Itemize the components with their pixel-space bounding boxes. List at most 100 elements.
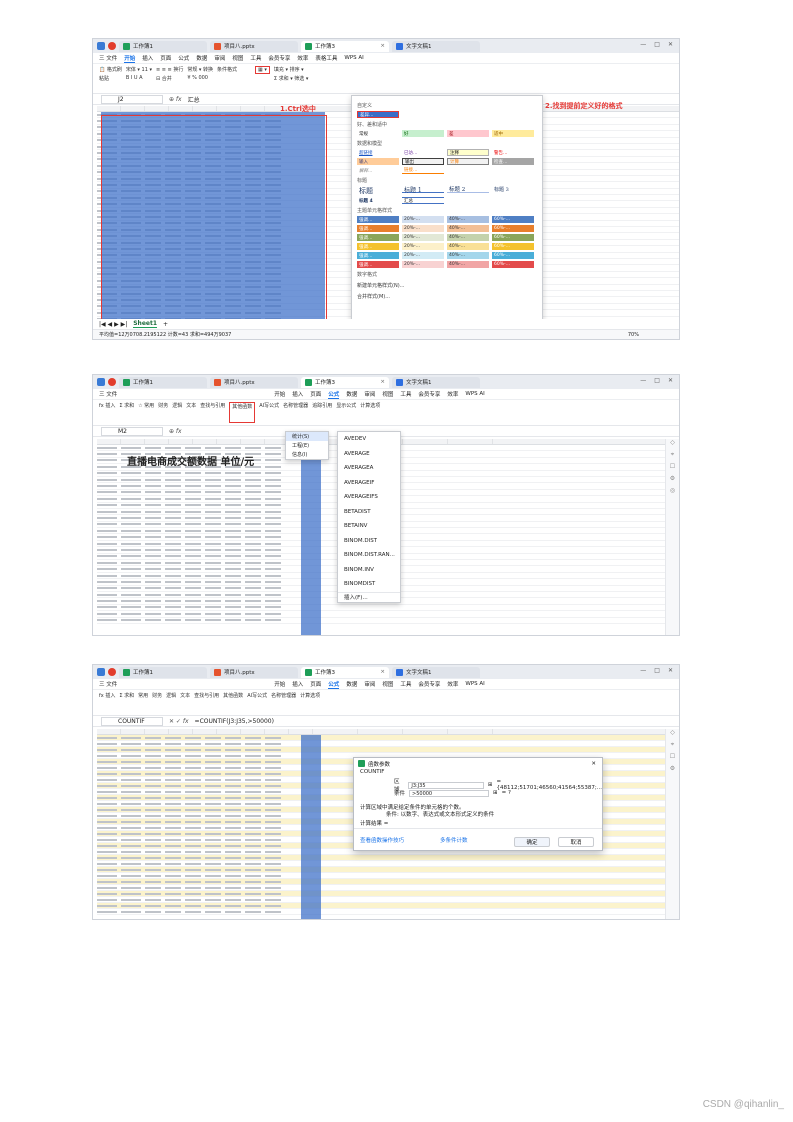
cell-placeholder[interactable] bbox=[145, 874, 161, 877]
cell-placeholder[interactable] bbox=[97, 742, 117, 745]
function-list-item[interactable]: AVERAGE bbox=[338, 447, 400, 462]
cell-placeholder[interactable] bbox=[185, 478, 201, 481]
cell-placeholder[interactable] bbox=[185, 796, 201, 799]
cell-placeholder[interactable] bbox=[165, 892, 181, 895]
cell-placeholder[interactable] bbox=[185, 612, 201, 615]
theme-style-chip[interactable]: 强调… bbox=[357, 216, 399, 223]
maximize-icon[interactable]: □ bbox=[654, 377, 660, 384]
cell-placeholder[interactable] bbox=[185, 802, 201, 805]
cell-placeholder[interactable] bbox=[121, 612, 141, 615]
cell-placeholder[interactable] bbox=[265, 862, 281, 865]
cell-placeholder[interactable] bbox=[265, 832, 281, 835]
cell-placeholder[interactable] bbox=[97, 748, 117, 751]
cell-placeholder[interactable] bbox=[225, 472, 241, 475]
cell-placeholder[interactable] bbox=[121, 808, 141, 811]
cell-placeholder[interactable] bbox=[265, 886, 281, 889]
cell-placeholder[interactable] bbox=[165, 820, 181, 823]
cell-placeholder[interactable] bbox=[245, 868, 261, 871]
cell-placeholder[interactable] bbox=[225, 478, 241, 481]
tab-workbook1[interactable]: 工作簿1 bbox=[119, 376, 207, 388]
cell-placeholder[interactable] bbox=[265, 760, 281, 763]
wps-logo-icon[interactable] bbox=[108, 42, 116, 50]
cell-placeholder[interactable] bbox=[121, 886, 141, 889]
cell-placeholder[interactable] bbox=[97, 892, 117, 895]
cell-placeholder[interactable] bbox=[121, 772, 141, 775]
cell-placeholder[interactable] bbox=[97, 754, 117, 757]
column-header[interactable] bbox=[169, 439, 193, 444]
cell-placeholder[interactable] bbox=[225, 587, 241, 590]
cell-placeholder[interactable] bbox=[121, 485, 141, 488]
cell-placeholder[interactable] bbox=[245, 523, 261, 526]
sidebar-icon[interactable]: ⚙ bbox=[666, 475, 679, 487]
cell-placeholder[interactable] bbox=[121, 820, 141, 823]
cell-placeholder[interactable] bbox=[145, 880, 161, 883]
function-list-item[interactable]: BETAINV bbox=[338, 519, 400, 534]
cell-placeholder[interactable] bbox=[97, 446, 117, 449]
cell-placeholder[interactable] bbox=[225, 802, 241, 805]
cell-placeholder[interactable] bbox=[205, 784, 221, 787]
cell-placeholder[interactable] bbox=[145, 766, 161, 769]
cell-placeholder[interactable] bbox=[265, 568, 281, 571]
cell-placeholder[interactable] bbox=[185, 548, 201, 551]
cell-placeholder[interactable] bbox=[145, 820, 161, 823]
cell-placeholder[interactable] bbox=[165, 778, 181, 781]
style-bad[interactable]: 差 bbox=[447, 130, 489, 137]
menu-home[interactable]: 开始 bbox=[124, 54, 136, 63]
cell-placeholder[interactable] bbox=[245, 504, 261, 507]
close-icon[interactable]: × bbox=[380, 43, 385, 49]
cell-placeholder[interactable] bbox=[145, 516, 161, 519]
cell-placeholder[interactable] bbox=[165, 862, 181, 865]
autosum-button[interactable]: Σ 求和 bbox=[119, 402, 134, 423]
cell-placeholder[interactable] bbox=[145, 542, 161, 545]
theme-style-chip[interactable]: 40%-… bbox=[447, 261, 489, 268]
cell-placeholder[interactable] bbox=[225, 784, 241, 787]
cell-placeholder[interactable] bbox=[225, 748, 241, 751]
cell-placeholder[interactable] bbox=[205, 814, 221, 817]
cell-placeholder[interactable] bbox=[97, 504, 117, 507]
theme-style-chip[interactable]: 40%-… bbox=[447, 243, 489, 250]
cell-placeholder[interactable] bbox=[121, 606, 141, 609]
cell-placeholder[interactable] bbox=[205, 574, 221, 577]
cell-placeholder[interactable] bbox=[97, 593, 117, 596]
cell-placeholder[interactable] bbox=[185, 886, 201, 889]
cell-placeholder[interactable] bbox=[245, 904, 261, 907]
cell-placeholder[interactable] bbox=[205, 600, 221, 603]
function-list-item[interactable]: AVERAGEIF bbox=[338, 476, 400, 491]
theme-style-chip[interactable]: 强调… bbox=[357, 261, 399, 268]
cell-placeholder[interactable] bbox=[145, 838, 161, 841]
cell-placeholder[interactable] bbox=[225, 778, 241, 781]
cell-placeholder[interactable] bbox=[121, 574, 141, 577]
cell-placeholder[interactable] bbox=[225, 886, 241, 889]
cell-placeholder[interactable] bbox=[205, 736, 221, 739]
cell-placeholder[interactable] bbox=[245, 600, 261, 603]
cell-placeholder[interactable] bbox=[97, 802, 117, 805]
theme-style-chip[interactable]: 强调… bbox=[357, 234, 399, 241]
cell-placeholder[interactable] bbox=[245, 736, 261, 739]
cell-placeholder[interactable] bbox=[97, 910, 117, 913]
menu-tools[interactable]: 工具 bbox=[400, 680, 411, 688]
cell-placeholder[interactable] bbox=[185, 574, 201, 577]
cell-placeholder[interactable] bbox=[245, 568, 261, 571]
menu-data[interactable]: 数据 bbox=[196, 54, 207, 62]
cell-placeholder[interactable] bbox=[121, 874, 141, 877]
cell-placeholder[interactable] bbox=[185, 784, 201, 787]
cell-placeholder[interactable] bbox=[225, 542, 241, 545]
cell-placeholder[interactable] bbox=[145, 606, 161, 609]
cell-placeholder[interactable] bbox=[205, 510, 221, 513]
cell-placeholder[interactable] bbox=[245, 510, 261, 513]
cell-placeholder[interactable] bbox=[225, 850, 241, 853]
cell-placeholder[interactable] bbox=[265, 516, 281, 519]
cell-placeholder[interactable] bbox=[245, 910, 261, 913]
cell-placeholder[interactable] bbox=[225, 754, 241, 757]
menu-tools[interactable]: 工具 bbox=[250, 54, 261, 62]
column-header[interactable] bbox=[193, 729, 217, 734]
cell-placeholder[interactable] bbox=[97, 459, 117, 462]
cell-placeholder[interactable] bbox=[145, 754, 161, 757]
cell-placeholder[interactable] bbox=[205, 497, 221, 500]
column-header[interactable] bbox=[313, 729, 358, 734]
cell-placeholder[interactable] bbox=[185, 772, 201, 775]
column-header[interactable] bbox=[145, 729, 169, 734]
style-output[interactable]: 输出 bbox=[402, 158, 444, 165]
menu-efficiency[interactable]: 效率 bbox=[447, 680, 458, 688]
cell-placeholder[interactable] bbox=[205, 561, 221, 564]
